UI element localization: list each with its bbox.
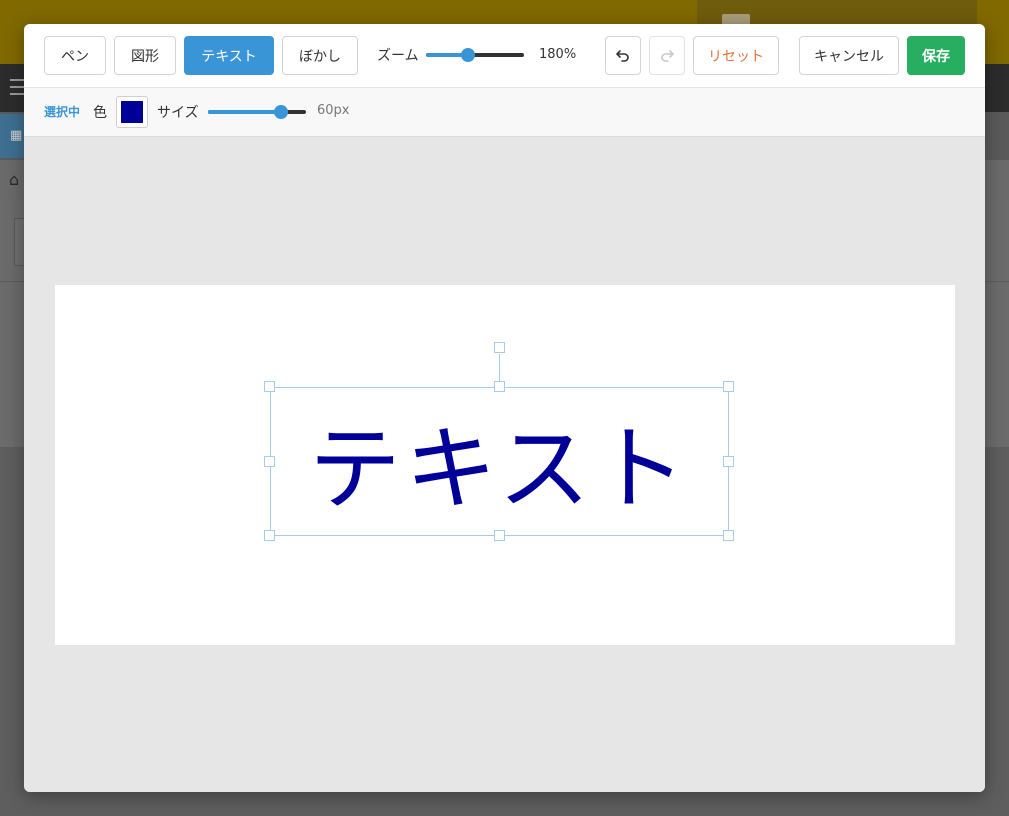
editor-toolbar: ペン 図形 テキスト ぼかし ズーム 180% リセット キャンセル 保存 xyxy=(24,24,985,88)
rotation-handle[interactable] xyxy=(494,342,505,353)
resize-handle-right[interactable] xyxy=(723,456,734,467)
size-slider-thumb[interactable] xyxy=(274,105,288,119)
zoom-label: ズーム xyxy=(377,48,419,64)
resize-handle-left[interactable] xyxy=(264,456,275,467)
text-tool-button[interactable]: テキスト xyxy=(184,36,274,75)
tool-options-bar: 選択中 色 サイズ 60px xyxy=(24,88,985,137)
resize-handle-bottom-left[interactable] xyxy=(264,530,275,541)
zoom-slider-thumb[interactable] xyxy=(461,48,475,62)
size-label: サイズ xyxy=(157,105,199,121)
resize-handle-bottom[interactable] xyxy=(494,530,505,541)
redo-button[interactable] xyxy=(649,36,685,75)
image-editor-modal: ペン 図形 テキスト ぼかし ズーム 180% リセット キャンセル 保存 選択… xyxy=(24,24,985,792)
blur-tool-button[interactable]: ぼかし xyxy=(282,36,358,75)
color-swatch xyxy=(121,101,143,123)
resize-handle-top-right[interactable] xyxy=(723,381,734,392)
undo-icon xyxy=(616,49,629,62)
size-slider-fill xyxy=(208,110,281,114)
home-icon: ⌂ xyxy=(9,170,20,189)
resize-handle-top[interactable] xyxy=(494,381,505,392)
save-button[interactable]: 保存 xyxy=(907,36,965,75)
selected-indicator: 選択中 xyxy=(44,105,81,119)
cancel-button[interactable]: キャンセル xyxy=(799,36,899,75)
resize-handle-top-left[interactable] xyxy=(264,381,275,392)
size-slider[interactable] xyxy=(208,105,306,119)
selection-box xyxy=(270,387,729,536)
grid-icon: ▦ xyxy=(10,128,23,143)
zoom-slider[interactable] xyxy=(426,48,524,62)
color-label: 色 xyxy=(93,105,107,121)
pen-tool-button[interactable]: ペン xyxy=(44,36,106,75)
shape-tool-button[interactable]: 図形 xyxy=(114,36,176,75)
reset-button[interactable]: リセット xyxy=(693,36,779,75)
zoom-value: 180% xyxy=(539,47,577,62)
undo-button[interactable] xyxy=(605,36,641,75)
resize-handle-bottom-right[interactable] xyxy=(723,530,734,541)
redo-icon xyxy=(661,49,674,62)
size-value: 60px xyxy=(317,103,350,118)
color-picker-button[interactable] xyxy=(116,96,148,128)
